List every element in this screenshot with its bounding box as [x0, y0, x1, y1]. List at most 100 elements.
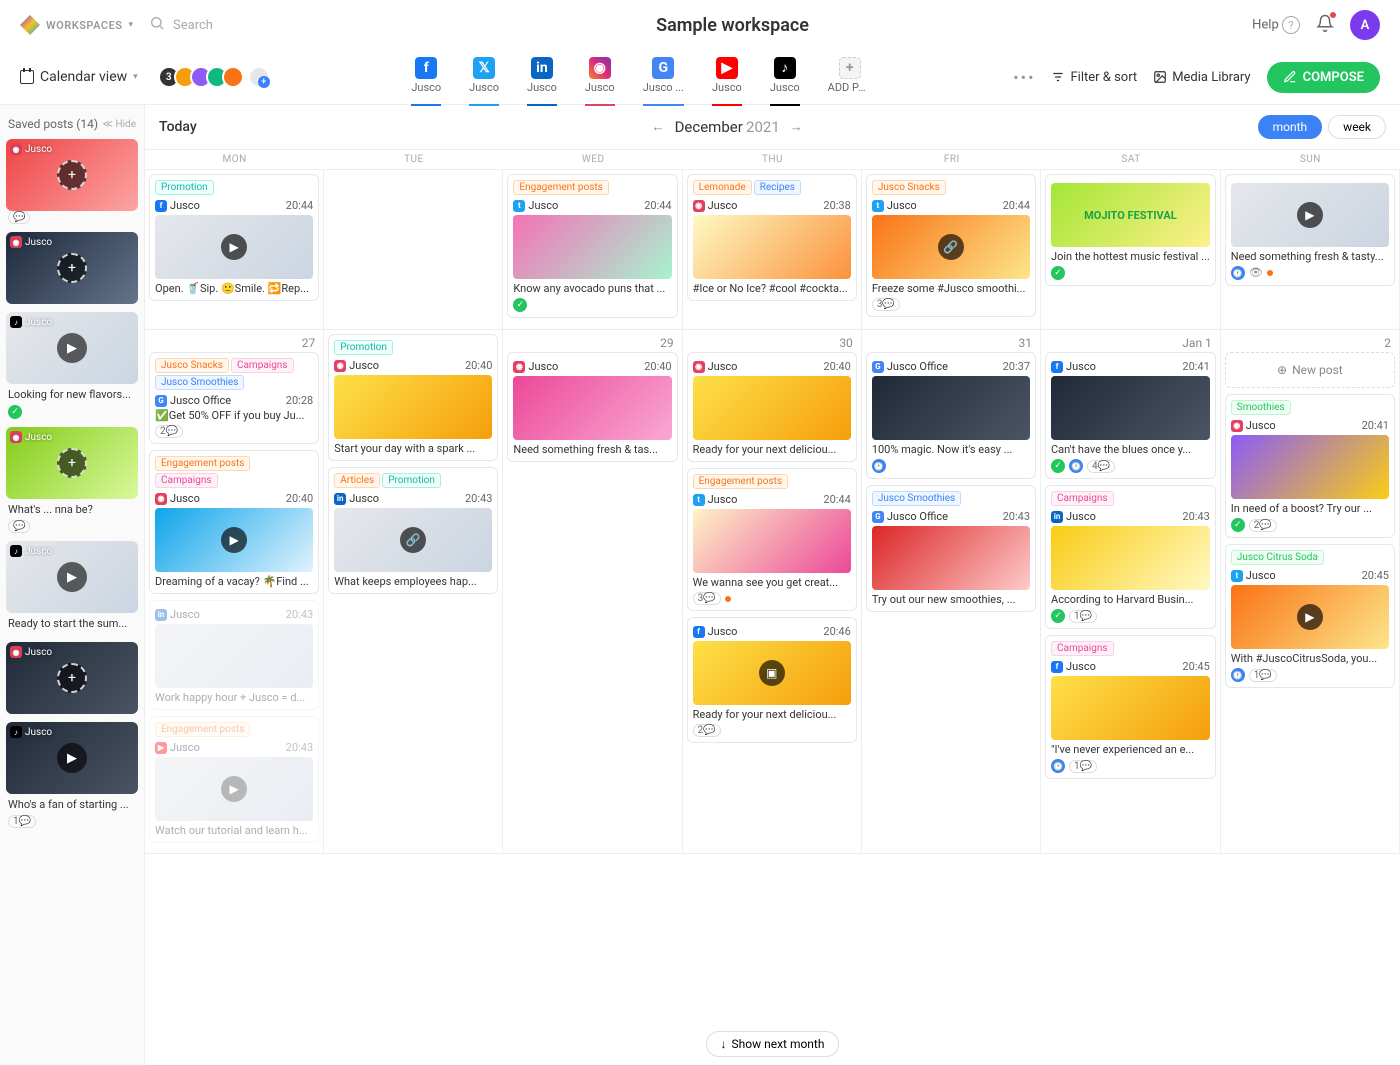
month-view-button[interactable]: month: [1258, 115, 1323, 139]
page-tab-google[interactable]: GJusco ...: [643, 57, 684, 98]
tag: Promotion: [382, 473, 441, 488]
post-card[interactable]: fJusco20:41Can't have the blues once y..…: [1045, 352, 1216, 479]
saved-post-card[interactable]: ♪Jusco▶ Ready to start the sum...: [6, 541, 138, 634]
day-cell[interactable]: 29◉Jusco20:40Need something fresh & tas.…: [503, 330, 682, 854]
filter-sort-button[interactable]: Filter & sort: [1051, 70, 1137, 85]
chevron-down-icon: ▾: [133, 72, 138, 82]
add-icon: +: [57, 253, 87, 283]
day-cell[interactable]: 30◉Jusco20:40Ready for your next delicio…: [683, 330, 862, 854]
week-view-button[interactable]: week: [1328, 115, 1386, 139]
saved-post-card[interactable]: ◉Jusco+ What's ... nna be?💬: [6, 427, 138, 533]
day-number: 29: [507, 334, 677, 352]
day-cell[interactable]: 27Jusco SnacksCampaignsJusco SmoothiesGJ…: [145, 330, 324, 854]
page-tab-facebook[interactable]: fJusco: [411, 57, 441, 98]
prev-month-button[interactable]: ←: [652, 119, 665, 135]
day-cell[interactable]: ▶Need something fresh & tasty...🕐👁: [1221, 170, 1400, 330]
post-card[interactable]: CampaignsinJusco20:43According to Harvar…: [1045, 485, 1216, 629]
saved-post-card[interactable]: ◉Jusco+: [6, 232, 138, 304]
day-cell[interactable]: Jan 1fJusco20:41Can't have the blues onc…: [1041, 330, 1221, 854]
comment-badge: 💬: [8, 211, 30, 224]
day-number: 30: [687, 334, 857, 352]
next-month-button[interactable]: →: [790, 119, 803, 135]
post-image: [1051, 676, 1210, 740]
saved-caption: Who's a fan of starting ...: [6, 794, 138, 815]
workspaces-dropdown[interactable]: WORKSPACES: [46, 19, 122, 32]
instagram-icon: ◉: [693, 200, 705, 212]
page-tab-linkedin[interactable]: inJusco: [527, 57, 557, 98]
account-name: Jusco: [349, 359, 379, 372]
post-time: 20:40: [286, 492, 313, 505]
member-stack[interactable]: 3: [158, 66, 270, 88]
post-card[interactable]: ArticlesPromotioninJusco20:43🔗What keeps…: [328, 467, 498, 594]
post-card[interactable]: Smoothies◉Jusco20:41In need of a boost? …: [1225, 394, 1395, 538]
add-member-button[interactable]: [248, 66, 270, 88]
hide-sidebar-button[interactable]: ≪ Hide: [103, 119, 136, 130]
day-cell[interactable]: LemonadeRecipes◉Jusco20:38#Ice or No Ice…: [683, 170, 862, 330]
day-cell[interactable]: Engagement poststJusco20:44Know any avoc…: [503, 170, 682, 330]
instagram-icon: ◉: [513, 361, 525, 373]
post-card[interactable]: inJusco20:43Work happy hour + Jusco = d.…: [149, 600, 319, 710]
saved-post-card[interactable]: ◉Jusco+ 💬: [6, 139, 138, 224]
day-cell[interactable]: 2⊕ New postSmoothies◉Jusco20:41In need o…: [1221, 330, 1400, 854]
clock-icon: 🕐: [1231, 668, 1245, 682]
tiktok-icon: ♪: [10, 545, 22, 557]
saved-post-card[interactable]: ♪Jusco▶ Looking for new flavors...✓: [6, 312, 138, 419]
add-icon: +: [57, 663, 87, 693]
new-post-button[interactable]: ⊕ New post: [1225, 352, 1395, 388]
post-card[interactable]: GJusco Office20:37100% magic. Now it's e…: [866, 352, 1036, 479]
calendar-view-dropdown[interactable]: Calendar view ▾: [20, 69, 138, 85]
post-card[interactable]: ▶Need something fresh & tasty...🕐👁: [1225, 174, 1395, 286]
post-card[interactable]: MOJITO FESTIVALJoin the hottest music fe…: [1045, 174, 1216, 286]
post-caption: Ready for your next deliciou...: [693, 443, 851, 456]
page-tab-youtube[interactable]: ▶Jusco: [712, 57, 742, 98]
post-card[interactable]: Jusco SnacksCampaignsJusco SmoothiesGJus…: [149, 352, 319, 444]
today-label[interactable]: Today: [159, 119, 197, 135]
more-options-button[interactable]: •••: [1013, 68, 1035, 87]
google-icon: G: [155, 395, 167, 407]
page-tab-twitter[interactable]: 𝕏Jusco: [469, 57, 499, 98]
page-tab-tiktok[interactable]: ♪Jusco: [770, 57, 800, 98]
post-time: 20:44: [823, 493, 850, 506]
post-card[interactable]: CampaignsfJusco20:45"I've never experien…: [1045, 635, 1216, 779]
post-card[interactable]: Engagement postsCampaigns◉Jusco20:40▶Dre…: [149, 450, 319, 594]
post-card[interactable]: Jusco Citrus SodatJusco20:45▶With #Jusco…: [1225, 544, 1395, 688]
page-tab-label: Jusco: [585, 81, 615, 94]
post-card[interactable]: Engagement posts▶Jusco20:43▶Watch our tu…: [149, 716, 319, 843]
compose-button[interactable]: COMPOSE: [1267, 62, 1380, 93]
account-name: Jusco: [170, 492, 200, 505]
post-card[interactable]: Engagement poststJusco20:44Know any avoc…: [507, 174, 677, 318]
post-card[interactable]: fJusco20:46▣Ready for your next deliciou…: [687, 617, 857, 743]
instagram-icon: ◉: [693, 361, 705, 373]
post-card[interactable]: Jusco SnackstJusco20:44🔗Freeze some #Jus…: [866, 174, 1036, 317]
show-next-month-button[interactable]: ↓ Show next month: [706, 1031, 840, 1057]
post-card[interactable]: PromotionfJusco20:44▶Open. 🥤Sip. 🙂Smile.…: [149, 174, 319, 301]
post-time: 20:43: [286, 608, 313, 621]
add-pages-button[interactable]: +ADD PAGES: [828, 57, 872, 98]
post-card[interactable]: ◉Jusco20:40Ready for your next deliciou.…: [687, 352, 857, 462]
tag: Campaigns: [231, 358, 294, 373]
logo-icon: [20, 15, 40, 35]
post-card[interactable]: ◉Jusco20:40Need something fresh & tas...: [507, 352, 677, 462]
post-card[interactable]: Promotion◉Jusco20:40Start your day with …: [328, 334, 498, 461]
logo[interactable]: WORKSPACES ▾: [20, 15, 133, 35]
day-cell[interactable]: MOJITO FESTIVALJoin the hottest music fe…: [1041, 170, 1221, 330]
saved-post-card[interactable]: ♪Jusco▶ Who's a fan of starting ...1💬: [6, 722, 138, 828]
day-cell[interactable]: Jusco SnackstJusco20:44🔗Freeze some #Jus…: [862, 170, 1041, 330]
post-card[interactable]: Jusco SmoothiesGJusco Office20:43Try out…: [866, 485, 1036, 612]
day-cell[interactable]: 31GJusco Office20:37100% magic. Now it's…: [862, 330, 1041, 854]
page-tab-instagram[interactable]: ◉Jusco: [585, 57, 615, 98]
saved-post-card[interactable]: ◉Jusco+: [6, 642, 138, 714]
post-card[interactable]: Engagement poststJusco20:44We wanna see …: [687, 468, 857, 611]
day-cell[interactable]: PromotionfJusco20:44▶Open. 🥤Sip. 🙂Smile.…: [145, 170, 324, 330]
help-link[interactable]: Help ?: [1252, 16, 1300, 34]
post-time: 20:41: [1182, 360, 1209, 373]
search-input[interactable]: Search: [149, 15, 213, 35]
post-image: [872, 526, 1030, 590]
check-icon: ✓: [8, 405, 22, 419]
post-card[interactable]: LemonadeRecipes◉Jusco20:38#Ice or No Ice…: [687, 174, 857, 301]
media-library-button[interactable]: Media Library: [1153, 70, 1250, 85]
day-cell[interactable]: [324, 170, 503, 330]
day-cell[interactable]: 28Promotion◉Jusco20:40Start your day wit…: [324, 330, 503, 854]
user-avatar[interactable]: A: [1350, 10, 1380, 40]
notifications-button[interactable]: [1316, 14, 1334, 36]
